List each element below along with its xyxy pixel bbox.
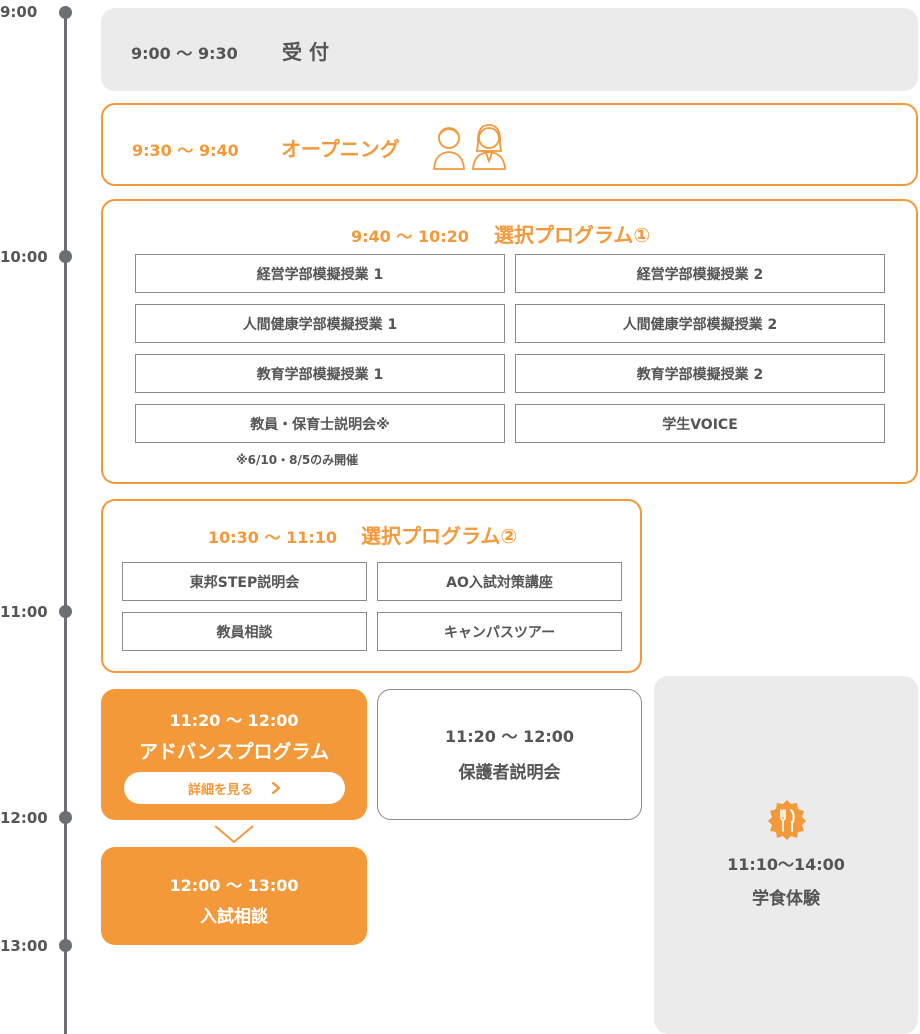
program1-note: ※6/10・8/5のみ開催: [236, 453, 359, 467]
program1-time: 9:40 〜 10:20: [351, 227, 469, 246]
consult-time: 12:00 〜 13:00: [169, 876, 299, 895]
timeline-line: [64, 12, 67, 1034]
timeline-dot: [59, 605, 72, 618]
program1-title: 選択プログラム①: [494, 223, 651, 247]
program1-item[interactable]: 経営学部模擬授業 2: [515, 254, 885, 293]
chevron-down-icon: [213, 824, 255, 844]
advance-time: 11:20 〜 12:00: [169, 711, 299, 730]
program1-item[interactable]: 学生VOICE: [515, 404, 885, 443]
program2-title: 選択プログラム②: [361, 524, 518, 548]
parents-title: 保護者説明会: [458, 763, 561, 783]
advance-card: 11:20 〜 12:00 アドバンスプログラム 詳細を見る: [101, 689, 367, 820]
fork-knife-icon: [765, 798, 809, 842]
advance-detail-button[interactable]: 詳細を見る: [124, 772, 345, 804]
time-label-13: 13:00: [0, 937, 48, 955]
reception-card: 9:00 〜 9:30 受 付: [101, 8, 918, 91]
parents-card: 11:20 〜 12:00 保護者説明会: [377, 689, 642, 820]
program1-item[interactable]: 教育学部模擬授業 1: [135, 354, 505, 393]
advance-detail-label: 詳細を見る: [187, 782, 253, 798]
chevron-right-icon: [271, 779, 281, 798]
program1-item[interactable]: 人間健康学部模擬授業 2: [515, 304, 885, 343]
timeline-dot: [59, 811, 72, 824]
consult-title: 入試相談: [200, 907, 268, 927]
program2-item[interactable]: 東邦STEP説明会: [122, 562, 367, 601]
opening-time: 9:30 〜 9:40: [132, 141, 239, 160]
program1-item[interactable]: 経営学部模擬授業 1: [135, 254, 505, 293]
program2-item[interactable]: キャンパスツアー: [377, 612, 622, 651]
time-label-12: 12:00: [0, 809, 48, 827]
opening-card: 9:30 〜 9:40 オープニング: [101, 103, 918, 186]
people-icon: [431, 121, 511, 171]
time-label-11: 11:00: [0, 603, 48, 621]
program2-item[interactable]: 教員相談: [122, 612, 367, 651]
cafeteria-title: 学食体験: [752, 889, 820, 909]
time-label-10: 10:00: [0, 248, 48, 266]
timeline-dot: [59, 939, 72, 952]
program1-item[interactable]: 人間健康学部模擬授業 1: [135, 304, 505, 343]
timeline-dot: [59, 6, 72, 19]
program2-item[interactable]: AO入試対策講座: [377, 562, 622, 601]
advance-title: アドバンスプログラム: [138, 741, 329, 763]
parents-time: 11:20 〜 12:00: [444, 727, 574, 746]
reception-title: 受 付: [282, 40, 329, 64]
program1-item[interactable]: 教育学部模擬授業 2: [515, 354, 885, 393]
reception-time: 9:00 〜 9:30: [131, 44, 238, 63]
opening-title: オープニング: [281, 137, 400, 161]
consult-card: 12:00 〜 13:00 入試相談: [101, 847, 367, 945]
program2-time: 10:30 〜 11:10: [208, 528, 338, 547]
time-label-9: 9:00: [0, 3, 38, 21]
timeline-dot: [59, 250, 72, 263]
cafeteria-time: 11:10〜14:00: [727, 855, 845, 874]
program1-item[interactable]: 教員・保育士説明会※: [135, 404, 505, 443]
cafeteria-card: 11:10〜14:00 学食体験: [654, 676, 918, 1034]
